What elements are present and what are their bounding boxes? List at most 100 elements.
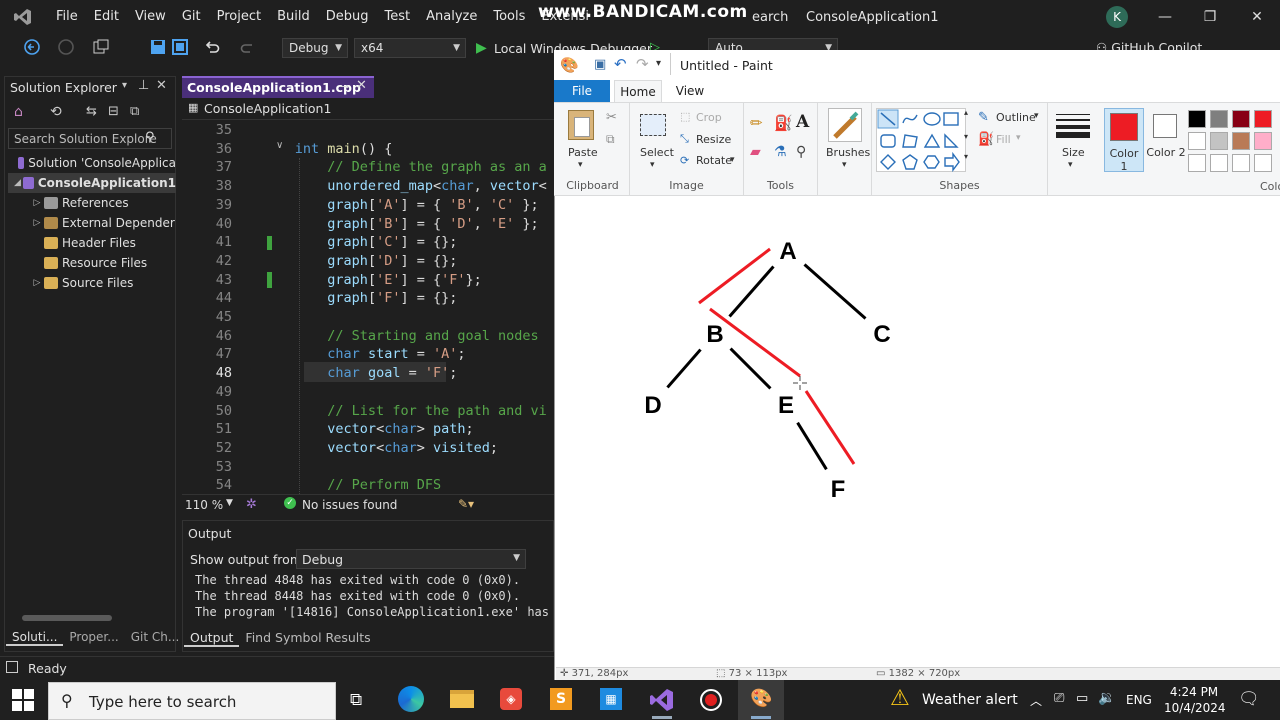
code-line[interactable]: 39 graph['A'] = { 'B', 'C' }; bbox=[182, 196, 554, 215]
size-dropdown-icon[interactable]: ▾ bbox=[1068, 160, 1073, 170]
brush-cleanup-icon[interactable]: ✎▾ bbox=[458, 497, 474, 511]
menu-item-debug[interactable]: Debug bbox=[318, 0, 377, 34]
file-explorer-icon[interactable] bbox=[450, 690, 474, 708]
cut-icon[interactable]: ✂ bbox=[606, 110, 617, 125]
palette-swatch[interactable] bbox=[1232, 154, 1250, 172]
code-line[interactable]: 37 // Define the graph as an a bbox=[182, 158, 554, 177]
language-indicator[interactable]: ENG bbox=[1126, 693, 1152, 707]
code-line[interactable]: 36 int main() { bbox=[182, 140, 554, 159]
paste-icon[interactable] bbox=[568, 110, 594, 140]
fill-button[interactable]: Fill bbox=[996, 133, 1011, 146]
rotate-button[interactable]: Rotate bbox=[696, 154, 732, 167]
expand-icon[interactable]: ▷ bbox=[30, 273, 44, 293]
quick-undo-icon[interactable]: ↶ bbox=[614, 55, 627, 73]
calculator-icon[interactable]: ▦ bbox=[600, 688, 622, 710]
configuration-select[interactable]: Debug ▼ bbox=[282, 38, 348, 58]
text-tool-icon[interactable]: A bbox=[796, 112, 809, 132]
tree-item-6[interactable]: ▷ Source Files bbox=[8, 273, 176, 293]
zoom-level[interactable]: 110 % bbox=[185, 498, 223, 512]
menu-item-view[interactable]: View bbox=[127, 0, 174, 34]
palette-swatch[interactable] bbox=[1254, 132, 1272, 150]
menu-item-file[interactable]: File bbox=[48, 0, 86, 34]
paste-button[interactable]: Paste bbox=[568, 146, 598, 159]
pin-tab-icon[interactable]: ⊸ bbox=[340, 80, 349, 93]
menu-item-build[interactable]: Build bbox=[269, 0, 318, 34]
issues-status[interactable]: No issues found bbox=[302, 498, 397, 512]
tree-item-1[interactable]: ◢ ConsoleApplication1 bbox=[8, 173, 176, 193]
expand-icon[interactable]: ▷ bbox=[30, 193, 44, 213]
palette-swatch[interactable] bbox=[1232, 110, 1250, 128]
tab-consoleapplication1-cpp[interactable]: ConsoleApplication1.cpp ⊸ bbox=[182, 76, 374, 98]
fill-dropdown-icon[interactable]: ▾ bbox=[1016, 133, 1021, 143]
collapse-icon[interactable]: ⊟ bbox=[108, 104, 119, 119]
menu-item-test[interactable]: Test bbox=[377, 0, 419, 34]
tree-item-3[interactable]: ▷ External Depender bbox=[8, 213, 176, 233]
tree-item-5[interactable]: Resource Files bbox=[8, 253, 176, 273]
code-line[interactable]: 49 bbox=[182, 383, 554, 402]
solution-tab-1[interactable]: Proper... bbox=[63, 630, 124, 646]
outline-dropdown-icon[interactable]: ▾ bbox=[1034, 111, 1039, 121]
notifications-icon[interactable]: 🗨 bbox=[1238, 689, 1260, 709]
output-tab-0[interactable]: Output bbox=[184, 630, 240, 647]
new-project-icon[interactable] bbox=[92, 39, 110, 57]
code-line[interactable]: 52 vector<char> visited; bbox=[182, 439, 554, 458]
back-icon[interactable] bbox=[24, 39, 42, 57]
code-line[interactable]: 38 unordered_map<char, vector< bbox=[182, 177, 554, 196]
switch-view-icon[interactable]: ⇆ bbox=[86, 104, 97, 119]
shapes-gallery[interactable] bbox=[876, 108, 966, 173]
tree-item-4[interactable]: Header Files bbox=[8, 233, 176, 253]
magnifier-icon[interactable]: ⚲ bbox=[796, 144, 806, 160]
save-icon[interactable] bbox=[150, 39, 168, 57]
close-panel-icon[interactable]: ✕ bbox=[156, 78, 167, 93]
rotate-dropdown-icon[interactable]: ▾ bbox=[730, 155, 735, 165]
fill-bucket-icon[interactable]: ⛽ bbox=[774, 114, 793, 132]
start-debug-icon[interactable]: ▶ bbox=[476, 40, 487, 56]
crop-icon[interactable]: ⬚ bbox=[680, 110, 690, 123]
code-line[interactable]: 50 // List for the path and vi bbox=[182, 402, 554, 421]
code-line[interactable]: 41 graph['C'] = {}; bbox=[182, 233, 554, 252]
code-line[interactable]: 46 // Starting and goal nodes bbox=[182, 327, 554, 346]
crop-button[interactable]: Crop bbox=[696, 111, 722, 124]
select-dropdown-icon[interactable]: ▾ bbox=[650, 160, 655, 170]
output-tab-1[interactable]: Find Symbol Results bbox=[239, 630, 376, 647]
menu-item-tools[interactable]: Tools bbox=[485, 0, 533, 34]
code-line[interactable]: 42 graph['D'] = {}; bbox=[182, 252, 554, 271]
shapes-scroll-down-icon[interactable]: ▾ bbox=[964, 132, 968, 141]
code-line[interactable]: 54 // Perform DFS bbox=[182, 476, 554, 495]
brushes-button[interactable]: Brushes bbox=[826, 146, 870, 159]
close-tab-icon[interactable]: ✕ bbox=[356, 78, 367, 93]
horizontal-scrollbar[interactable] bbox=[8, 612, 172, 624]
search-menu-fragment[interactable]: earch bbox=[752, 10, 788, 25]
code-line[interactable]: 43 graph['E'] = {'F'}; bbox=[182, 271, 554, 290]
paint-canvas[interactable]: A B C D E F bbox=[556, 197, 1280, 667]
fill-icon[interactable]: ⛽ bbox=[978, 132, 994, 147]
resize-button[interactable]: Resize bbox=[696, 133, 731, 146]
tab-file[interactable]: File bbox=[554, 80, 610, 102]
code-line[interactable]: 44 graph['F'] = {}; bbox=[182, 289, 554, 308]
menu-item-project[interactable]: Project bbox=[209, 0, 269, 34]
palette-swatch[interactable] bbox=[1188, 110, 1206, 128]
palette-swatch[interactable] bbox=[1254, 154, 1272, 172]
code-line[interactable]: 53 bbox=[182, 458, 554, 477]
pencil-icon[interactable]: ✏ bbox=[750, 114, 763, 132]
windows-start-icon[interactable] bbox=[12, 689, 34, 714]
show-all-icon[interactable]: ⧉ bbox=[130, 104, 139, 119]
brushes-icon[interactable] bbox=[828, 108, 862, 142]
save-all-icon[interactable] bbox=[172, 39, 190, 57]
meet-now-icon[interactable]: ⎚ bbox=[1054, 691, 1064, 706]
quick-redo-icon[interactable]: ↷ bbox=[636, 55, 649, 73]
platform-select[interactable]: x64 ▼ bbox=[354, 38, 466, 58]
restore-icon[interactable]: ❐ bbox=[1195, 6, 1225, 28]
paint-app-icon[interactable]: 🎨 bbox=[560, 56, 579, 74]
network-icon[interactable]: ▭ bbox=[1076, 691, 1088, 706]
brushes-dropdown-icon[interactable]: ▾ bbox=[842, 160, 847, 170]
output-source-select[interactable]: Debug ▼ bbox=[296, 549, 526, 569]
expand-icon[interactable]: ◢ bbox=[12, 173, 23, 193]
volume-icon[interactable]: 🔉 bbox=[1098, 690, 1115, 706]
code-line[interactable]: 47 char start = 'A'; bbox=[182, 345, 554, 364]
color-picker-icon[interactable]: ⚗ bbox=[774, 144, 787, 160]
code-line[interactable]: 45 bbox=[182, 308, 554, 327]
taskbar-search-box[interactable]: ⚲ Type here to search bbox=[48, 682, 336, 720]
git-app-icon[interactable]: ◈ bbox=[500, 688, 522, 710]
outline-icon[interactable]: ✎ bbox=[978, 110, 989, 125]
